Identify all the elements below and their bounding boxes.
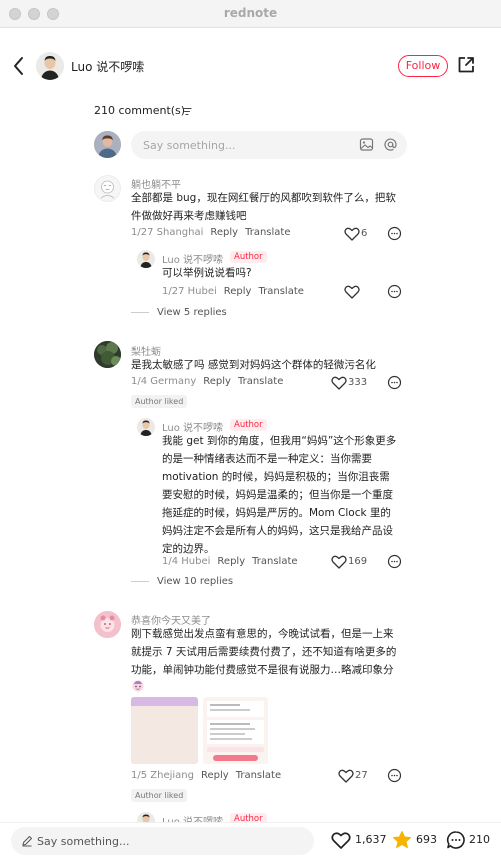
likes-count: 1,637 xyxy=(355,833,387,846)
reply-button[interactable]: Reply xyxy=(201,770,229,781)
translate-button[interactable]: Translate xyxy=(236,770,281,781)
image-icon[interactable] xyxy=(359,137,374,152)
heart-icon[interactable] xyxy=(344,227,360,241)
commenter-avatar[interactable] xyxy=(94,341,121,368)
reply-text-line: 可以举例说说看吗? xyxy=(162,267,252,279)
translate-button[interactable]: Translate xyxy=(238,376,283,387)
mention-icon[interactable] xyxy=(383,137,398,152)
reply-button[interactable]: Reply xyxy=(210,227,238,238)
follow-button[interactable]: Follow xyxy=(398,55,448,77)
comment-meta: 1/27 Shanghai Reply Translate xyxy=(131,227,291,238)
reply-author-avatar[interactable] xyxy=(137,250,155,268)
comment-text-line: 是我太敏感了吗 感觉到对妈妈这个群体的轻微污名化 xyxy=(131,359,376,371)
comment-count: 210 comment(s) xyxy=(94,104,186,117)
heart-icon[interactable] xyxy=(331,376,347,390)
share-icon[interactable] xyxy=(456,55,476,75)
comment-meta: 1/4 Germany Reply Translate xyxy=(131,376,283,387)
reply-text-line: 我能 get 到你的角度，但我用“妈妈”这个形象更多 xyxy=(162,435,397,447)
comment-input[interactable]: Say something... xyxy=(131,131,407,159)
heart-icon[interactable] xyxy=(338,769,354,783)
sort-icon[interactable] xyxy=(182,107,192,116)
divider xyxy=(131,580,149,582)
reply-text-line: 的是一种情绪表达而不是一种定义：当你需要 xyxy=(162,453,372,465)
emoji-sticker-icon xyxy=(132,680,144,692)
author-badge: Author xyxy=(230,419,267,431)
like-count: 169 xyxy=(348,556,368,567)
translate-button[interactable]: Translate xyxy=(258,286,303,297)
comment-text-line: 全部都是 bug，现在网红餐厅的风都吹到软件了么，把软 xyxy=(131,192,396,204)
comment-icon[interactable] xyxy=(446,830,466,850)
reply-date-location: 1/27 Hubei xyxy=(162,286,217,297)
bottom-input-placeholder: Say something... xyxy=(37,835,130,848)
comment-date-location: 1/27 Shanghai xyxy=(131,227,204,238)
commenter-avatar[interactable] xyxy=(94,175,121,202)
translate-button[interactable]: Translate xyxy=(252,556,297,567)
reply-bubble-icon[interactable] xyxy=(387,375,402,390)
reply-bubble-icon[interactable] xyxy=(387,554,402,569)
comment-meta: 1/5 Zhejiang Reply Translate xyxy=(131,770,281,781)
window-titlebar: rednote xyxy=(0,0,501,28)
reply-text-line: 要安慰的时候，妈妈是温柔的；但当你是一个重度 xyxy=(162,489,393,501)
collects-count: 693 xyxy=(416,833,437,846)
reply-meta: 1/27 Hubei Reply Translate xyxy=(162,286,304,297)
reply-button[interactable]: Reply xyxy=(217,556,245,567)
like-heart-icon[interactable] xyxy=(331,830,351,850)
bottom-comment-input[interactable]: Say something... xyxy=(11,827,314,855)
comment-text-line: 功能，单闹钟功能付费感觉不是很有说服力…略减印象分 xyxy=(131,664,394,676)
author-liked-badge: Author liked xyxy=(131,789,188,802)
current-user-avatar xyxy=(94,131,121,158)
comment-image-thumbnail[interactable] xyxy=(131,697,198,764)
heart-icon[interactable] xyxy=(331,555,347,569)
comment-date-location: 1/5 Zhejiang xyxy=(131,770,194,781)
translate-button[interactable]: Translate xyxy=(245,227,290,238)
like-count: 333 xyxy=(348,377,368,388)
reply-author-avatar[interactable] xyxy=(137,418,155,436)
like-count: 27 xyxy=(355,770,368,781)
reply-text-line: 妈妈注定不会是所有人的妈妈，这只是我给产品设 xyxy=(162,525,393,537)
view-replies-button[interactable]: View 10 replies xyxy=(131,576,233,587)
pencil-icon xyxy=(22,836,32,847)
like-count: 6 xyxy=(361,228,368,239)
reply-bubble-icon[interactable] xyxy=(387,226,402,241)
reply-bubble-icon[interactable] xyxy=(387,768,402,783)
comment-date-location: 1/4 Germany xyxy=(131,376,197,387)
post-header: Luo 说不啰嗦 Follow xyxy=(0,40,501,92)
reply-text-line: 拖延症的时候，妈妈是严厉的。Mom Clock 里的 xyxy=(162,507,391,519)
heart-icon[interactable] xyxy=(344,285,360,299)
reply-meta: 1/4 Hubei Reply Translate xyxy=(162,556,298,567)
comment-text-line: 件做做好再来考虑赚钱吧 xyxy=(131,210,247,222)
view-replies-label: View 5 replies xyxy=(157,307,227,318)
star-icon[interactable] xyxy=(392,830,412,850)
comment-input-placeholder: Say something... xyxy=(143,139,236,152)
view-replies-label: View 10 replies xyxy=(157,576,234,587)
reply-bubble-icon[interactable] xyxy=(387,284,402,299)
author-liked-badge: Author liked xyxy=(131,395,188,408)
comment-image-thumbnail[interactable] xyxy=(203,697,268,764)
divider xyxy=(131,311,149,313)
reply-button[interactable]: Reply xyxy=(203,376,231,387)
author-badge: Author xyxy=(230,251,267,263)
back-arrow-icon[interactable] xyxy=(10,55,28,77)
reply-text-line: motivation 的时候，妈妈是积极的；当你沮丧需 xyxy=(162,471,390,483)
reply-date-location: 1/4 Hubei xyxy=(162,556,211,567)
commenter-avatar[interactable] xyxy=(94,611,121,638)
reply-button[interactable]: Reply xyxy=(224,286,252,297)
comment-text-line: 刚下载感觉出发点蛮有意思的，今晚试试看，但是一上来 xyxy=(131,628,394,640)
author-avatar[interactable] xyxy=(36,52,64,80)
window-title: rednote xyxy=(223,6,278,20)
view-replies-button[interactable]: View 5 replies xyxy=(131,307,227,318)
bottom-action-bar: Say something... 1,637 693 210 xyxy=(0,822,501,859)
author-name[interactable]: Luo 说不啰嗦 xyxy=(71,58,144,75)
comments-count: 210 xyxy=(469,833,490,846)
comment-text-line: 就提示 7 天试用后需要续费付费了，还不知道有啥更多的 xyxy=(131,646,397,658)
